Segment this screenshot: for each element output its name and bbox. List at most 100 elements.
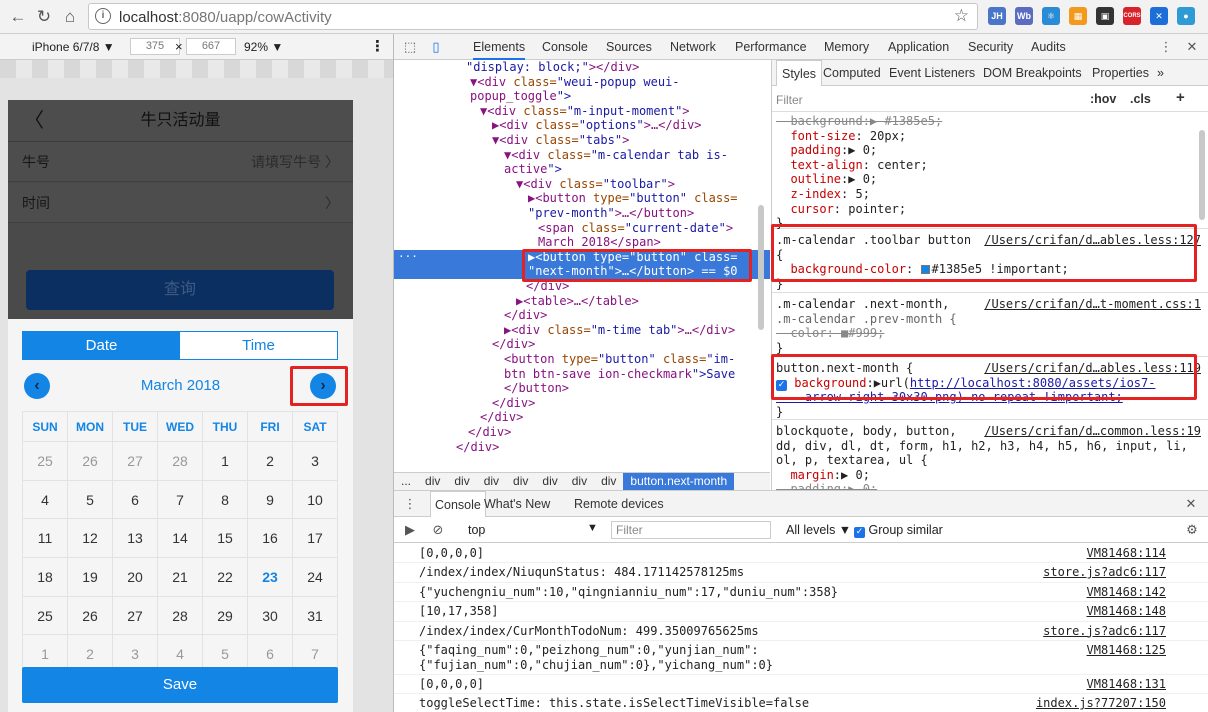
dom-node-line[interactable]: ▼<div class="m-input-moment"> bbox=[394, 104, 770, 119]
devtools-menu-icon[interactable]: ⋮ bbox=[1158, 39, 1174, 55]
tab-security[interactable]: Security bbox=[968, 34, 1013, 60]
device-select[interactable]: iPhone 6/7/8 ▼ bbox=[32, 40, 115, 54]
calendar-day[interactable]: 15 bbox=[203, 519, 248, 559]
calendar-day[interactable]: 8 bbox=[203, 480, 248, 520]
dom-node-line[interactable]: </div> bbox=[394, 396, 770, 411]
drawer-tab-0[interactable]: Console bbox=[430, 491, 486, 517]
group-similar-checkbox[interactable]: ✓ Group similar bbox=[854, 523, 943, 538]
overridden-property[interactable]: padding:▶ 0; bbox=[776, 482, 877, 490]
device-toggle-icon[interactable]: ▯ bbox=[428, 39, 444, 55]
styles-tab-4[interactable]: Properties bbox=[1092, 60, 1149, 86]
styles-filter-input[interactable]: Filter bbox=[776, 93, 803, 107]
calendar-day[interactable]: 12 bbox=[68, 519, 113, 559]
dom-node-line[interactable]: </div> bbox=[394, 425, 770, 440]
cow-number-row[interactable]: 牛号 请填写牛号 〉 bbox=[8, 142, 353, 182]
overridden-property[interactable]: background:▶ #1385e5; bbox=[776, 114, 942, 128]
console-source-link[interactable]: VM81468:131 bbox=[1087, 677, 1166, 692]
css-property-name[interactable]: cursor bbox=[776, 202, 833, 216]
calendar-day[interactable]: 26 bbox=[68, 596, 113, 636]
breadcrumb-item[interactable]: div bbox=[506, 473, 535, 490]
breadcrumb-item[interactable]: div bbox=[535, 473, 564, 490]
calendar-day[interactable]: 27 bbox=[113, 442, 158, 481]
style-rule-line[interactable]: color: ■#999; bbox=[776, 326, 1201, 341]
breadcrumb-item[interactable]: div bbox=[447, 473, 476, 490]
css-property-name[interactable]: z-index bbox=[776, 187, 841, 201]
dom-node-line[interactable]: ▶<div class="m-time tab">…</div> bbox=[394, 323, 770, 338]
calendar-day[interactable]: 20 bbox=[113, 558, 158, 597]
query-button[interactable]: 查询 bbox=[26, 270, 334, 310]
dom-node-line[interactable]: ▶<button type="button" class= bbox=[394, 191, 770, 206]
breadcrumb-item[interactable]: div bbox=[418, 473, 447, 490]
styles-tab-1[interactable]: Computed bbox=[823, 60, 881, 86]
style-rule-line[interactable]: background:▶ #1385e5; bbox=[776, 114, 1201, 129]
bookmark-star-icon[interactable]: ☆ bbox=[954, 6, 969, 26]
clear-console-icon[interactable]: ⊘ bbox=[430, 522, 446, 538]
calendar-day[interactable]: 18 bbox=[22, 558, 68, 597]
tab-memory[interactable]: Memory bbox=[824, 34, 869, 60]
calendar-day[interactable]: 17 bbox=[293, 519, 338, 559]
calendar-day[interactable]: 1 bbox=[203, 442, 248, 481]
drawer-tab-2[interactable]: Remote devices bbox=[574, 491, 664, 517]
style-rule-line[interactable]: cursor: pointer; bbox=[776, 202, 1201, 217]
calendar-day[interactable]: 30 bbox=[248, 596, 293, 636]
stylesheet-source-link[interactable]: /Users/crifan/d…common.less:19 bbox=[984, 424, 1201, 439]
style-rule-line[interactable]: .m-calendar .next-month,/Users/crifan/d…… bbox=[776, 297, 1201, 312]
console-source-link[interactable]: VM81468:142 bbox=[1087, 585, 1166, 600]
calendar-day[interactable]: 5 bbox=[68, 480, 113, 520]
zoom-select[interactable]: 92% ▼ bbox=[244, 40, 283, 54]
time-chevron-icon[interactable]: 〉 bbox=[325, 183, 339, 223]
calendar-day[interactable]: 9 bbox=[248, 480, 293, 520]
style-rule-line[interactable]: font-size: 20px; bbox=[776, 129, 1201, 144]
dom-node-line[interactable]: </div> bbox=[394, 410, 770, 425]
dom-node-line[interactable]: active"> bbox=[394, 162, 770, 177]
hover-state-toggle[interactable]: :hov bbox=[1090, 92, 1116, 106]
cow-number-input[interactable]: 请填写牛号 〉 bbox=[251, 142, 339, 182]
tab-elements[interactable]: Elements bbox=[473, 34, 526, 60]
style-rule-line[interactable]: blockquote, body, button,/Users/crifan/d… bbox=[776, 424, 1201, 439]
dom-node-line[interactable]: ▼<div class="toolbar"> bbox=[394, 177, 770, 192]
wb-extension-icon[interactable]: Wb bbox=[1015, 7, 1033, 25]
ext-orange-icon[interactable]: ▦ bbox=[1069, 7, 1087, 25]
dom-node-line[interactable]: ▼<div class="weui-popup weui- bbox=[394, 75, 770, 90]
calendar-day[interactable]: 3 bbox=[293, 442, 338, 481]
class-toggle[interactable]: .cls bbox=[1130, 92, 1151, 106]
tab-performance[interactable]: Performance bbox=[735, 34, 807, 60]
tab-time[interactable]: Time bbox=[180, 332, 337, 359]
selected-node-ellipsis[interactable]: ··· bbox=[398, 250, 418, 265]
calendar-day[interactable]: 22 bbox=[203, 558, 248, 597]
address-bar[interactable]: i localhost:8080/uapp/cowActivity ☆ bbox=[88, 3, 978, 30]
tab-date[interactable]: Date bbox=[23, 332, 180, 359]
back-arrow-icon[interactable]: ← bbox=[6, 5, 30, 29]
calendar-day[interactable]: 31 bbox=[293, 596, 338, 636]
ext-blue-icon[interactable]: ✕ bbox=[1150, 7, 1168, 25]
styles-tab-3[interactable]: DOM Breakpoints bbox=[983, 60, 1082, 86]
react-extension-icon[interactable]: ⚛ bbox=[1042, 7, 1060, 25]
calendar-day[interactable]: 21 bbox=[158, 558, 203, 597]
calendar-day[interactable]: 11 bbox=[22, 519, 68, 559]
sidebar-toggle-icon[interactable]: ▶ bbox=[402, 522, 418, 538]
calendar-day[interactable]: 23 bbox=[248, 558, 293, 597]
tab-network[interactable]: Network bbox=[670, 34, 716, 60]
viewport-width-input[interactable]: 375 bbox=[130, 38, 180, 55]
console-source-link[interactable]: VM81468:148 bbox=[1087, 604, 1166, 619]
dom-node-line[interactable]: March 2018</span> bbox=[394, 235, 770, 250]
console-source-link[interactable]: index.js?77207:150 bbox=[1036, 696, 1166, 711]
style-rule-line[interactable]: outline:▶ 0; bbox=[776, 172, 1201, 187]
elements-scrollbar[interactable] bbox=[758, 205, 764, 330]
dom-node-line[interactable]: <span class="current-date"> bbox=[394, 221, 770, 236]
inspect-element-icon[interactable]: ⬚ bbox=[402, 39, 418, 55]
viewport-height-input[interactable]: 667 bbox=[186, 38, 236, 55]
url-text[interactable]: localhost:8080/uapp/cowActivity bbox=[119, 9, 332, 26]
tab-console[interactable]: Console bbox=[542, 34, 588, 60]
style-rule-line[interactable]: margin:▶ 0; bbox=[776, 468, 1201, 483]
styles-tab-5[interactable]: » bbox=[1157, 60, 1164, 86]
overridden-property[interactable]: color: ■#999; bbox=[776, 326, 884, 340]
styles-tab-2[interactable]: Event Listeners bbox=[889, 60, 975, 86]
log-levels-select[interactable]: All levels ▼ bbox=[786, 523, 851, 537]
cors-extension-icon[interactable]: CORS bbox=[1123, 7, 1141, 25]
context-select[interactable]: top bbox=[468, 523, 485, 537]
css-property-name[interactable]: margin bbox=[776, 468, 833, 482]
calendar-day[interactable]: 28 bbox=[158, 442, 203, 481]
back-chevron-icon[interactable]: 〈 bbox=[24, 100, 44, 142]
calendar-day[interactable]: 27 bbox=[113, 596, 158, 636]
